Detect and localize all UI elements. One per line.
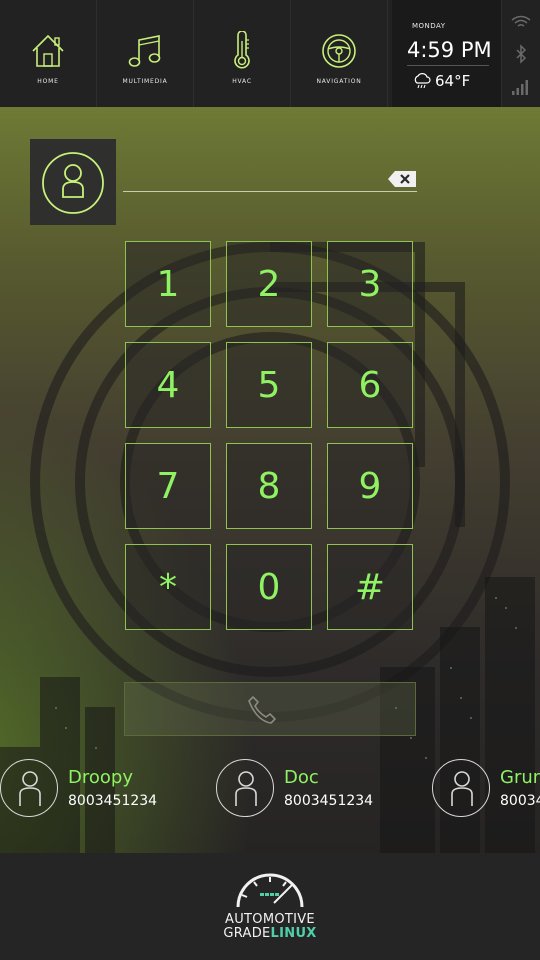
contact-number: 8003451234 xyxy=(284,793,374,809)
dial-key-0[interactable]: 0 xyxy=(226,544,312,630)
phone-dialer-panel: 1 2 3 4 5 6 7 8 9 * 0 # Droopy 800345123… xyxy=(0,107,540,853)
footer-bar: AUTOMOTIVE GRADELINUX xyxy=(0,853,540,960)
person-icon xyxy=(19,771,41,806)
contact-number: 8003451234 xyxy=(68,793,158,809)
navigation-label: NAVIGATION xyxy=(316,78,362,85)
dial-key-3[interactable]: 3 xyxy=(327,241,413,327)
phone-handset-icon xyxy=(248,696,276,724)
thermometer-icon xyxy=(234,31,250,69)
contact-name: Droopy xyxy=(68,767,133,788)
backspace-icon[interactable] xyxy=(387,170,417,188)
agl-speedometer-logo xyxy=(236,873,304,908)
contact-number: 8003451234 xyxy=(500,793,540,809)
dial-key-6[interactable]: 6 xyxy=(327,342,413,428)
contact-avatar-placeholder xyxy=(30,139,116,225)
brand-grade: GRADE xyxy=(223,926,271,941)
call-button[interactable] xyxy=(124,682,416,736)
brand-linux: LINUX xyxy=(270,926,317,941)
clock-day: MONDAY xyxy=(412,22,446,30)
home-label: HOME xyxy=(37,78,59,85)
contact-name: Grumpy xyxy=(500,767,540,788)
brand-line-2: GRADELINUX xyxy=(222,926,318,941)
contact-avatar xyxy=(432,759,490,817)
top-bar: HOME MULTIMEDIA HVAC NAVIGATION MONDAY 4… xyxy=(0,0,540,107)
dial-key-5[interactable]: 5 xyxy=(226,342,312,428)
multimedia-label: MULTIMEDIA xyxy=(122,78,168,85)
home-app-button[interactable]: HOME xyxy=(0,0,97,107)
steering-wheel-icon xyxy=(322,34,356,68)
clock-time: 4:59 PM xyxy=(407,38,492,62)
music-note-icon xyxy=(128,35,161,67)
contact-avatar xyxy=(0,759,58,817)
person-icon xyxy=(235,771,257,806)
status-column xyxy=(502,0,540,107)
brand-line-1: AUTOMOTIVE xyxy=(225,912,315,927)
contact-avatar xyxy=(216,759,274,817)
bluetooth-icon xyxy=(516,44,527,64)
number-underline xyxy=(123,191,417,192)
clock-divider xyxy=(407,65,489,66)
contact-card-grumpy[interactable]: Grumpy 8003451234 xyxy=(432,759,540,819)
dial-key-8[interactable]: 8 xyxy=(226,443,312,529)
contact-name: Doc xyxy=(284,767,319,788)
multimedia-app-button[interactable]: MULTIMEDIA xyxy=(97,0,194,107)
dialed-number-display xyxy=(125,165,375,189)
dial-key-4[interactable]: 4 xyxy=(125,342,211,428)
dial-key-1[interactable]: 1 xyxy=(125,241,211,327)
dial-key-9[interactable]: 9 xyxy=(327,443,413,529)
dial-key-star[interactable]: * xyxy=(125,544,211,630)
home-icon xyxy=(32,34,64,67)
hvac-label: HVAC xyxy=(232,78,252,85)
signal-bars-icon xyxy=(512,80,528,95)
dial-key-7[interactable]: 7 xyxy=(125,443,211,529)
navigation-app-button[interactable]: NAVIGATION xyxy=(291,0,388,107)
rain-cloud-icon xyxy=(414,73,431,89)
dial-key-hash[interactable]: # xyxy=(327,544,413,630)
wifi-icon xyxy=(511,15,531,27)
person-icon xyxy=(451,771,473,806)
hvac-app-button[interactable]: HVAC xyxy=(194,0,291,107)
dial-key-2[interactable]: 2 xyxy=(226,241,312,327)
clock-weather-widget: MONDAY 4:59 PM 64°F xyxy=(392,0,502,107)
person-icon xyxy=(42,152,104,214)
weather-temp: 64°F xyxy=(435,72,471,90)
